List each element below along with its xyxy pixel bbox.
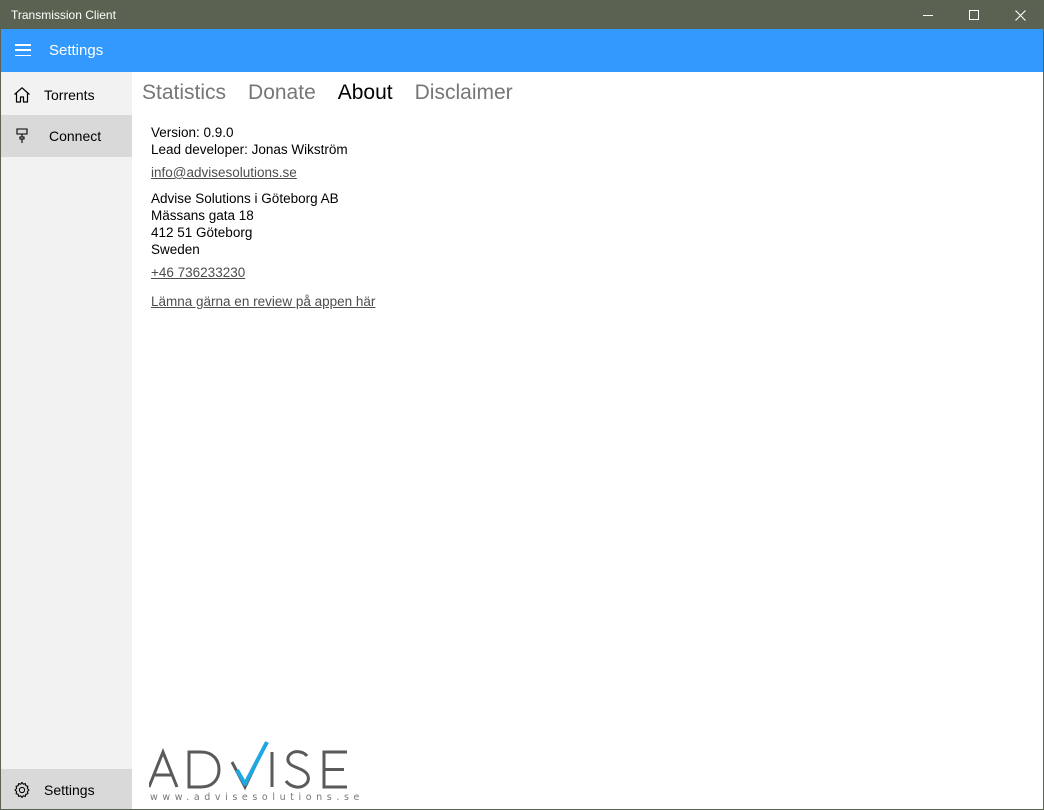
phone-link[interactable]: +46 736233230	[151, 264, 245, 281]
tab-about[interactable]: About	[338, 81, 393, 105]
sidebar-item-label: Settings	[44, 782, 95, 798]
app-window: Transmission Client Settings Torrents Co…	[0, 0, 1044, 810]
page-title: Settings	[49, 42, 104, 59]
maximize-button[interactable]	[951, 1, 997, 29]
minimize-icon	[923, 14, 933, 16]
gear-icon	[14, 781, 30, 799]
email-link[interactable]: info@advisesolutions.se	[151, 164, 297, 181]
settings-content: Statistics Donate About Disclaimer Versi…	[132, 72, 1043, 809]
advise-logo: www.advisesolutions.se	[147, 740, 359, 806]
review-link[interactable]: Lämna gärna en review på appen här	[151, 293, 375, 310]
window-title: Transmission Client	[11, 8, 116, 22]
sidebar: Torrents Connect Settings	[1, 72, 132, 809]
lead-developer-text: Lead developer: Jonas Wikström	[151, 142, 348, 157]
sidebar-item-torrents[interactable]: Torrents	[1, 74, 132, 116]
app-header: Settings	[1, 29, 1043, 72]
sidebar-item-connect[interactable]: Connect	[1, 115, 132, 157]
plug-icon	[16, 128, 28, 143]
street-address: Mässans gata 18	[151, 208, 254, 223]
about-panel: Version: 0.9.0 Lead developer: Jonas Wik…	[151, 124, 375, 310]
close-icon	[1014, 9, 1026, 21]
company-name: Advise Solutions i Göteborg AB	[151, 191, 339, 206]
version-text: Version: 0.9.0	[151, 125, 234, 140]
logo-url-text: www.advisesolutions.se	[150, 792, 364, 803]
maximize-icon	[969, 10, 979, 20]
sidebar-item-label: Connect	[49, 128, 102, 144]
city-address: 412 51 Göteborg	[151, 225, 253, 240]
close-button[interactable]	[997, 1, 1043, 29]
sidebar-item-label: Torrents	[44, 87, 95, 103]
sidebar-item-settings[interactable]: Settings	[1, 769, 132, 809]
home-icon	[14, 87, 30, 103]
settings-tabs: Statistics Donate About Disclaimer	[142, 81, 535, 105]
tab-donate[interactable]: Donate	[248, 81, 316, 105]
title-bar: Transmission Client	[1, 1, 1043, 29]
minimize-button[interactable]	[905, 1, 951, 29]
hamburger-icon[interactable]	[15, 43, 31, 57]
country-text: Sweden	[151, 242, 200, 257]
tab-statistics[interactable]: Statistics	[142, 81, 226, 105]
tab-disclaimer[interactable]: Disclaimer	[415, 81, 513, 105]
